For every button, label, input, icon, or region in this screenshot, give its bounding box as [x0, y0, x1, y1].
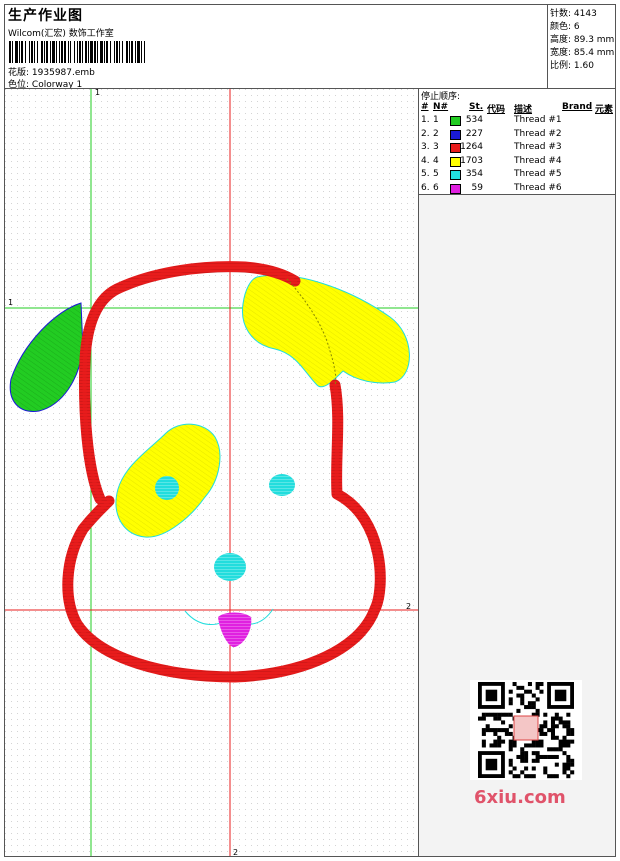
nose [214, 553, 246, 581]
row-needle: 4 [433, 155, 439, 166]
thread-color-swatch [450, 116, 461, 126]
stats-box: 针数: 4143 颜色: 6 高度: 89.3 mm 宽度: 85.4 mm 比… [547, 5, 615, 88]
thread-color-swatch [450, 129, 461, 140]
row-index: 4. [421, 155, 430, 166]
stop-row: 3. 3 1264 Thread #3 [419, 142, 615, 155]
design-width: 宽度: 85.4 mm [550, 48, 615, 58]
row-stitches: 59 [471, 182, 483, 193]
design-scale: 比例: 1.60 [550, 61, 594, 71]
embroidery-preview: 1 1 2 2 [5, 89, 418, 856]
row-description: Thread #2 [514, 128, 562, 139]
stop-row: 4. 4 1703 Thread #4 [419, 156, 615, 169]
col-header-element: 元素 [595, 105, 614, 115]
stop-sequence-title: 停止顺序: [421, 92, 461, 102]
row-needle: 6 [433, 182, 439, 193]
barcode [9, 41, 145, 63]
row-index: 1. [421, 115, 430, 125]
guide-label-h2: 2 [406, 602, 411, 611]
row-needle: 1 [433, 115, 439, 125]
design-area: 1 1 2 2 [5, 89, 419, 856]
color-count: 颜色: 6 [550, 22, 580, 32]
stop-row: 6. 6 59 Thread #6 [419, 183, 615, 196]
col-header-brand: Brand [562, 102, 593, 112]
row-needle: 5 [433, 169, 439, 179]
row-needle: 2 [433, 128, 439, 139]
row-needle: 3 [433, 142, 439, 152]
stitch-count: 针数: 4143 [550, 9, 597, 19]
row-description: Thread #4 [514, 155, 562, 166]
row-index: 2. [421, 128, 430, 139]
row-stitches: 354 [465, 169, 483, 179]
row-index: 3. [421, 142, 430, 152]
guide-label-h1: 1 [8, 298, 13, 307]
col-header-code: 代码 [487, 105, 506, 115]
stop-row: 1. 1 534 Thread #1 [419, 115, 615, 128]
row-description: Thread #3 [514, 142, 562, 152]
col-header-needle: N# [433, 102, 449, 112]
row-description: Thread #1 [514, 115, 562, 125]
studio-subtitle: Wilcom(汇宏) 数饰工作室 [8, 29, 114, 39]
watermark-brand: 6xiu.com [474, 787, 566, 808]
stop-row: 5. 5 354 Thread #5 [419, 169, 615, 182]
col-header-stitches: St. [469, 102, 484, 112]
qr-logo [513, 715, 539, 741]
row-stitches: 1703 [460, 155, 483, 166]
col-header-num: # [421, 102, 429, 112]
thread-color-swatch [450, 183, 461, 194]
row-stitches: 227 [465, 128, 483, 139]
row-index: 5. [421, 169, 430, 179]
row-stitches: 1264 [460, 142, 483, 152]
design-height: 高度: 89.3 mm [550, 35, 615, 45]
qr-code [470, 680, 582, 780]
right-eye [269, 474, 295, 496]
page-title: 生产作业图 [8, 8, 83, 24]
row-description: Thread #5 [514, 169, 562, 179]
row-stitches: 534 [465, 115, 483, 125]
col-header-desc: 描述 [514, 105, 533, 115]
row-description: Thread #6 [514, 182, 562, 193]
row-index: 6. [421, 182, 430, 193]
guide-label-v1: 1 [95, 89, 100, 97]
stop-row: 2. 2 227 Thread #2 [419, 129, 615, 142]
stop-sequence-table: 停止顺序: # N# St. 代码 描述 Brand 元素 1. 1 534 Thre… [419, 89, 615, 195]
guide-label-v2: 2 [233, 848, 238, 856]
header: 生产作业图 Wilcom(汇宏) 数饰工作室 花版: 1935987.emb 色… [5, 5, 547, 90]
thread-color-swatch [450, 170, 461, 180]
left-eye [155, 476, 179, 500]
